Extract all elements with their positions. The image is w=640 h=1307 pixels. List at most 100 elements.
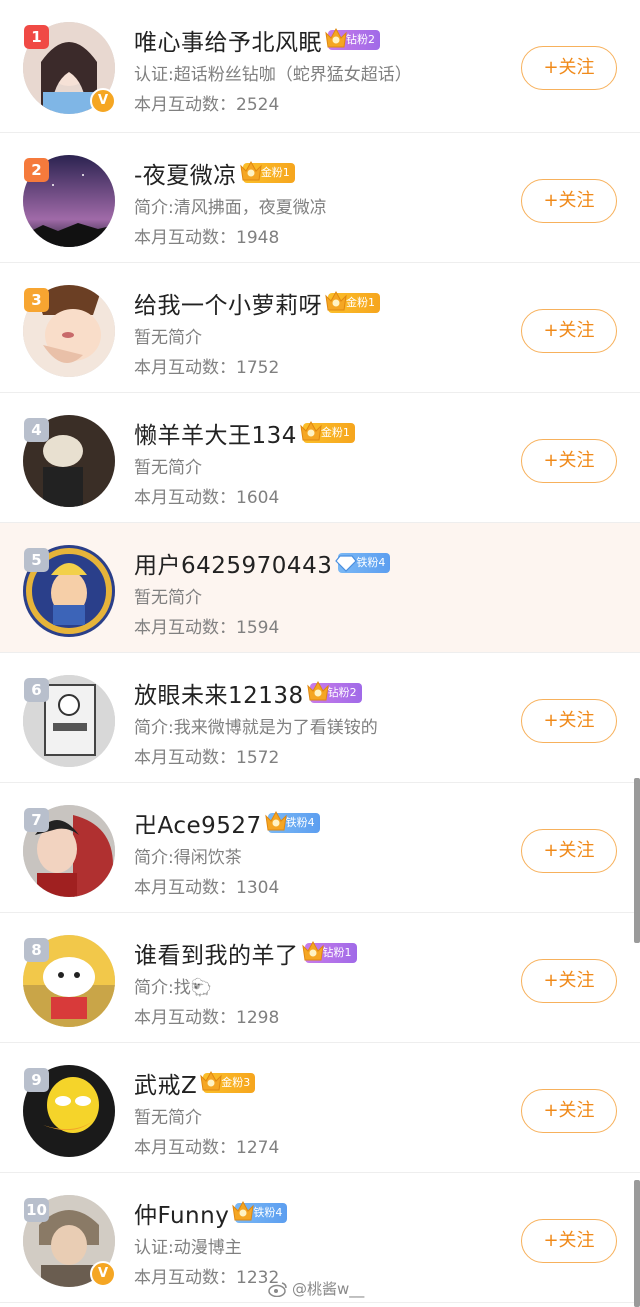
fan-level-label: 钻粉1 (322, 946, 352, 959)
count-prefix: 本月互动数： (134, 748, 236, 768)
fan-level-badge: 铁粉4 (264, 810, 320, 833)
follow-button[interactable]: +关注 (521, 439, 617, 483)
watermark-text: @桃酱w__ (292, 1280, 365, 1298)
fan-level-label: 钻粉2 (327, 686, 357, 699)
fan-level-badge: 铁粉4 (232, 1200, 288, 1223)
interaction-count: 本月互动数：1604 (134, 483, 279, 508)
interaction-count: 本月互动数：1572 (134, 743, 279, 768)
fan-level-badge: 钻粉2 (325, 27, 380, 50)
user-name[interactable]: 用户6425970443 (134, 546, 332, 580)
interaction-count: 本月互动数：1232 (134, 1263, 279, 1288)
user-bio: 简介:清风拂面，夜夏微凉 (134, 198, 327, 218)
fan-level-badge: 铁粉4 (335, 553, 391, 573)
count-value: 1298 (236, 1008, 280, 1028)
user-name[interactable]: -夜夏微凉 (134, 156, 237, 190)
user-name[interactable]: 唯心事给予北风眠 (134, 23, 322, 57)
fan-level-label: 金粉1 (320, 426, 350, 439)
follow-button[interactable]: +关注 (521, 1219, 617, 1263)
count-prefix: 本月互动数： (134, 618, 236, 638)
verified-icon: V (90, 1261, 116, 1287)
count-prefix: 本月互动数： (134, 1008, 236, 1028)
user-bio: 暂无简介 (134, 1108, 202, 1128)
user-name[interactable]: 懒羊羊大王134 (134, 416, 297, 450)
fan-level-label: 钻粉2 (346, 33, 375, 46)
follow-button[interactable]: +关注 (521, 46, 617, 90)
user-name[interactable]: 放眼未来12138 (134, 676, 304, 710)
rank-badge: 10 (24, 1198, 49, 1222)
interaction-count: 本月互动数：1948 (134, 223, 279, 248)
fan-level-label: 铁粉4 (285, 816, 315, 829)
user-name[interactable]: 给我一个小萝莉呀 (134, 286, 322, 320)
count-value: 1604 (236, 488, 280, 508)
fan-level-badge: 金粉1 (300, 420, 355, 443)
follow-button[interactable]: +关注 (521, 1089, 617, 1133)
count-prefix: 本月互动数： (134, 228, 236, 248)
fan-ranking-list: 1 V 唯心事给予北风眠 钻粉2 认证:超话粉丝钻咖（蛇界猛女超话） 本月互动数：2524… (0, 0, 640, 1303)
user-bio: 认证:超话粉丝钻咖（蛇界猛女超话） (134, 65, 412, 85)
follow-button[interactable]: +关注 (521, 309, 617, 353)
fan-level-badge: 金粉3 (200, 1070, 256, 1093)
count-value: 1572 (236, 748, 280, 768)
count-prefix: 本月互动数： (134, 358, 236, 378)
user-name[interactable]: 武戒Z (134, 1066, 197, 1100)
interaction-count: 本月互动数：1594 (134, 613, 279, 638)
count-prefix: 本月互动数： (134, 1268, 236, 1288)
list-item[interactable]: 4 懒羊羊大王134 金粉1 暂无简介 本月互动数：1604 +关注 (0, 393, 640, 523)
name-line: 放眼未来12138 钻粉2 (134, 675, 362, 711)
follow-button[interactable]: +关注 (521, 829, 617, 873)
list-item[interactable]: 8 谁看到我的羊了 钻粉1 简介:找🐑 本月互动数：1298 +关注 (0, 913, 640, 1043)
list-item[interactable]: 6 放眼未来12138 钻粉2 简介:我来微博就是为了看镁铵的 本月互动数：1572 +关… (0, 653, 640, 783)
rank-badge: 2 (24, 158, 49, 182)
list-item[interactable]: 3 给我一个小萝莉呀 金粉1 暂无简介 本月互动数：1752 +关注 (0, 263, 640, 393)
interaction-count: 本月互动数：1304 (134, 873, 279, 898)
follow-button[interactable]: +关注 (521, 699, 617, 743)
fan-level-badge: 金粉1 (325, 290, 380, 313)
rank-badge: 1 (24, 25, 49, 49)
fan-level-badge: 钻粉2 (306, 680, 362, 703)
scrollbar[interactable] (634, 778, 640, 943)
fan-level-label: 金粉1 (346, 296, 375, 309)
count-value: 1594 (236, 618, 280, 638)
list-item[interactable]: 2 -夜夏微凉 金粉1 简介:清风拂面，夜夏微凉本月互动数：1948 +关注 (0, 133, 640, 263)
name-line: -夜夏微凉 金粉1 (134, 155, 295, 191)
name-line: 用户6425970443 铁粉4 (134, 545, 391, 581)
list-item[interactable]: 9 武戒Z 金粉3 暂无简介 本月互动数：1274 +关注 (0, 1043, 640, 1173)
list-item[interactable]: 7 卍Ace9527 铁粉4 简介:得闲饮茶 本月互动数：1304 +关注 (0, 783, 640, 913)
name-line: 给我一个小萝莉呀 金粉1 (134, 285, 380, 321)
rank-badge: 7 (24, 808, 49, 832)
count-prefix: 本月互动数： (134, 95, 236, 115)
count-prefix: 本月互动数： (134, 488, 236, 508)
list-item[interactable]: 5 用户6425970443 铁粉4 暂无简介 本月互动数：1594 (0, 523, 640, 653)
follow-button[interactable]: +关注 (521, 959, 617, 1003)
user-name[interactable]: 卍Ace9527 (134, 806, 262, 840)
user-bio: 认证:动漫博主 (134, 1238, 242, 1258)
interaction-count: 本月互动数：1274 (134, 1133, 279, 1158)
count-value: 1304 (236, 878, 280, 898)
user-name[interactable]: 仲Funny (134, 1196, 229, 1230)
name-line: 武戒Z 金粉3 (134, 1065, 256, 1101)
fan-level-label: 金粉1 (260, 166, 290, 179)
fan-level-label: 铁粉4 (356, 556, 386, 569)
fan-level-label: 金粉3 (221, 1076, 251, 1089)
count-prefix: 本月互动数： (134, 878, 236, 898)
scrollbar-lower[interactable] (634, 1180, 640, 1307)
name-line: 唯心事给予北风眠 钻粉2 (134, 22, 380, 58)
weibo-icon (268, 1281, 287, 1297)
name-line: 卍Ace9527 铁粉4 (134, 805, 320, 841)
rank-badge: 6 (24, 678, 49, 702)
follow-button[interactable]: +关注 (521, 179, 617, 223)
name-line: 仲Funny 铁粉4 (134, 1195, 288, 1231)
verified-icon: V (90, 88, 116, 114)
watermark: @桃酱w__ (268, 1278, 364, 1299)
rank-badge: 3 (24, 288, 49, 312)
user-bio: 简介:找🐑 (134, 978, 212, 998)
list-item[interactable]: 1 V 唯心事给予北风眠 钻粉2 认证:超话粉丝钻咖（蛇界猛女超话） 本月互动数：2524… (0, 0, 640, 133)
user-name[interactable]: 谁看到我的羊了 (134, 936, 299, 970)
user-bio: 简介:得闲饮茶 (134, 848, 242, 868)
user-bio: 暂无简介 (134, 588, 202, 608)
name-line: 谁看到我的羊了 钻粉1 (134, 935, 357, 971)
count-value: 2524 (236, 95, 280, 115)
count-value: 1274 (236, 1138, 280, 1158)
name-line: 懒羊羊大王134 金粉1 (134, 415, 355, 451)
fan-level-badge: 钻粉1 (301, 940, 357, 963)
